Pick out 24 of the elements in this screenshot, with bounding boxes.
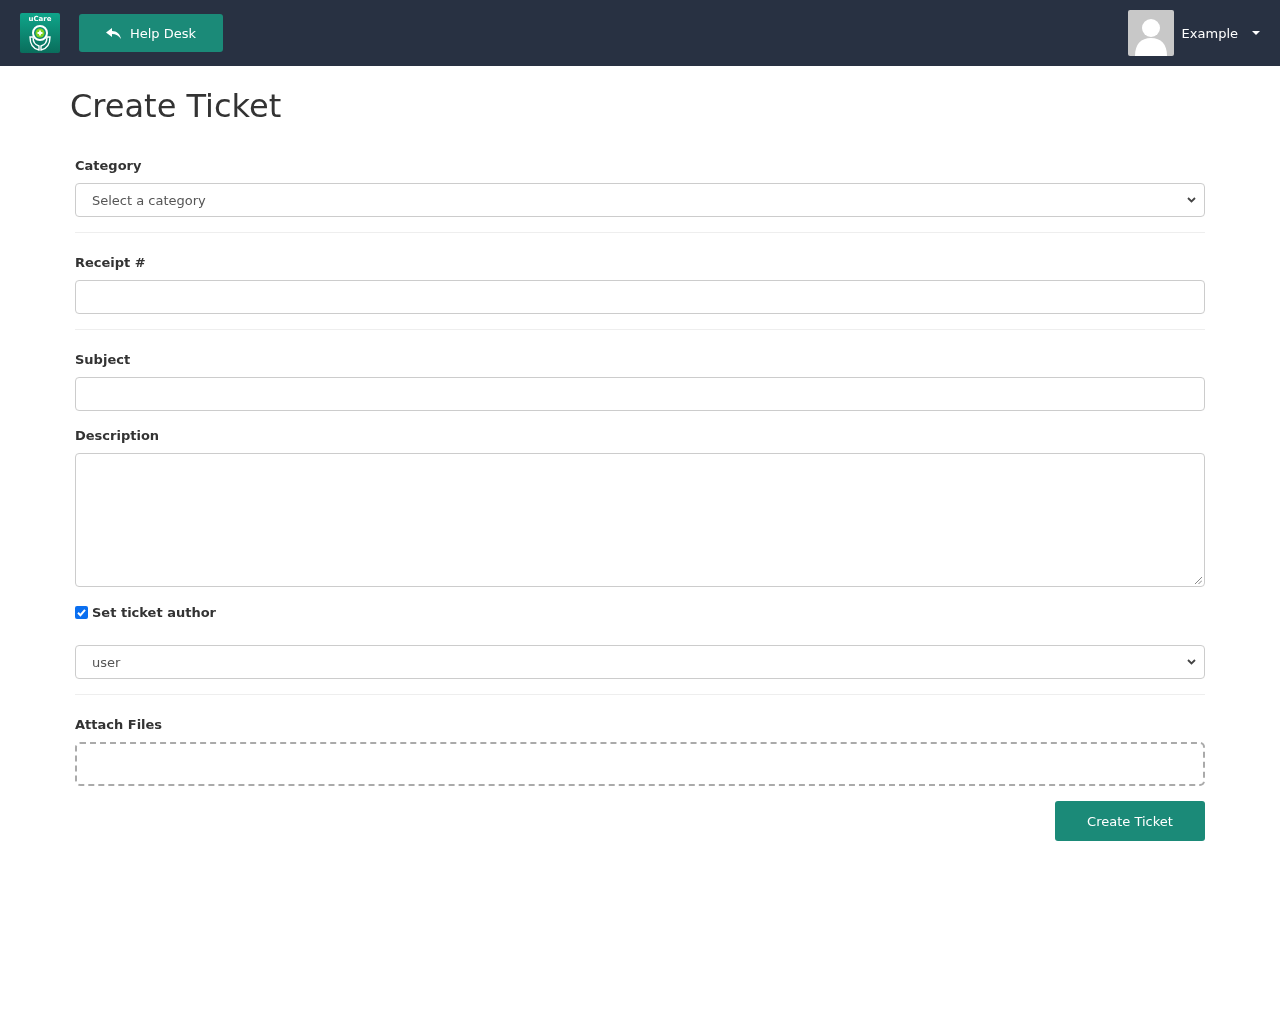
field-label: Category — [75, 157, 142, 175]
file-dropzone[interactable] — [75, 742, 1205, 786]
chevron-icon — [1187, 197, 1196, 203]
text-field[interactable] — [75, 280, 1205, 314]
create-ticket-button[interactable]: Create Ticket — [1055, 801, 1205, 841]
field-label: Subject — [75, 351, 131, 369]
select-field[interactable]: Select a category — [75, 183, 1205, 217]
select-field[interactable]: user — [75, 645, 1205, 679]
help-desk-button[interactable]: Help Desk — [79, 14, 223, 52]
field-label: Attach Files — [75, 716, 163, 734]
text-field[interactable] — [75, 377, 1205, 411]
field-label: Receipt # — [75, 254, 146, 272]
resize-handle-icon[interactable] — [1195, 577, 1202, 584]
checkbox-label: Set ticket author — [92, 604, 216, 620]
reply-arrow-icon — [105, 27, 121, 39]
field-label: Description — [75, 427, 160, 445]
caret-icon — [1252, 31, 1260, 35]
chevron-icon — [1187, 659, 1196, 665]
page-title: Create Ticket — [70, 86, 282, 126]
user-menu[interactable]: Example — [1127, 10, 1260, 56]
hands-cross-icon — [28, 25, 52, 51]
avatar-icon — [1127, 10, 1174, 56]
checkbox[interactable] — [75, 605, 88, 619]
textarea-field[interactable] — [75, 453, 1205, 587]
